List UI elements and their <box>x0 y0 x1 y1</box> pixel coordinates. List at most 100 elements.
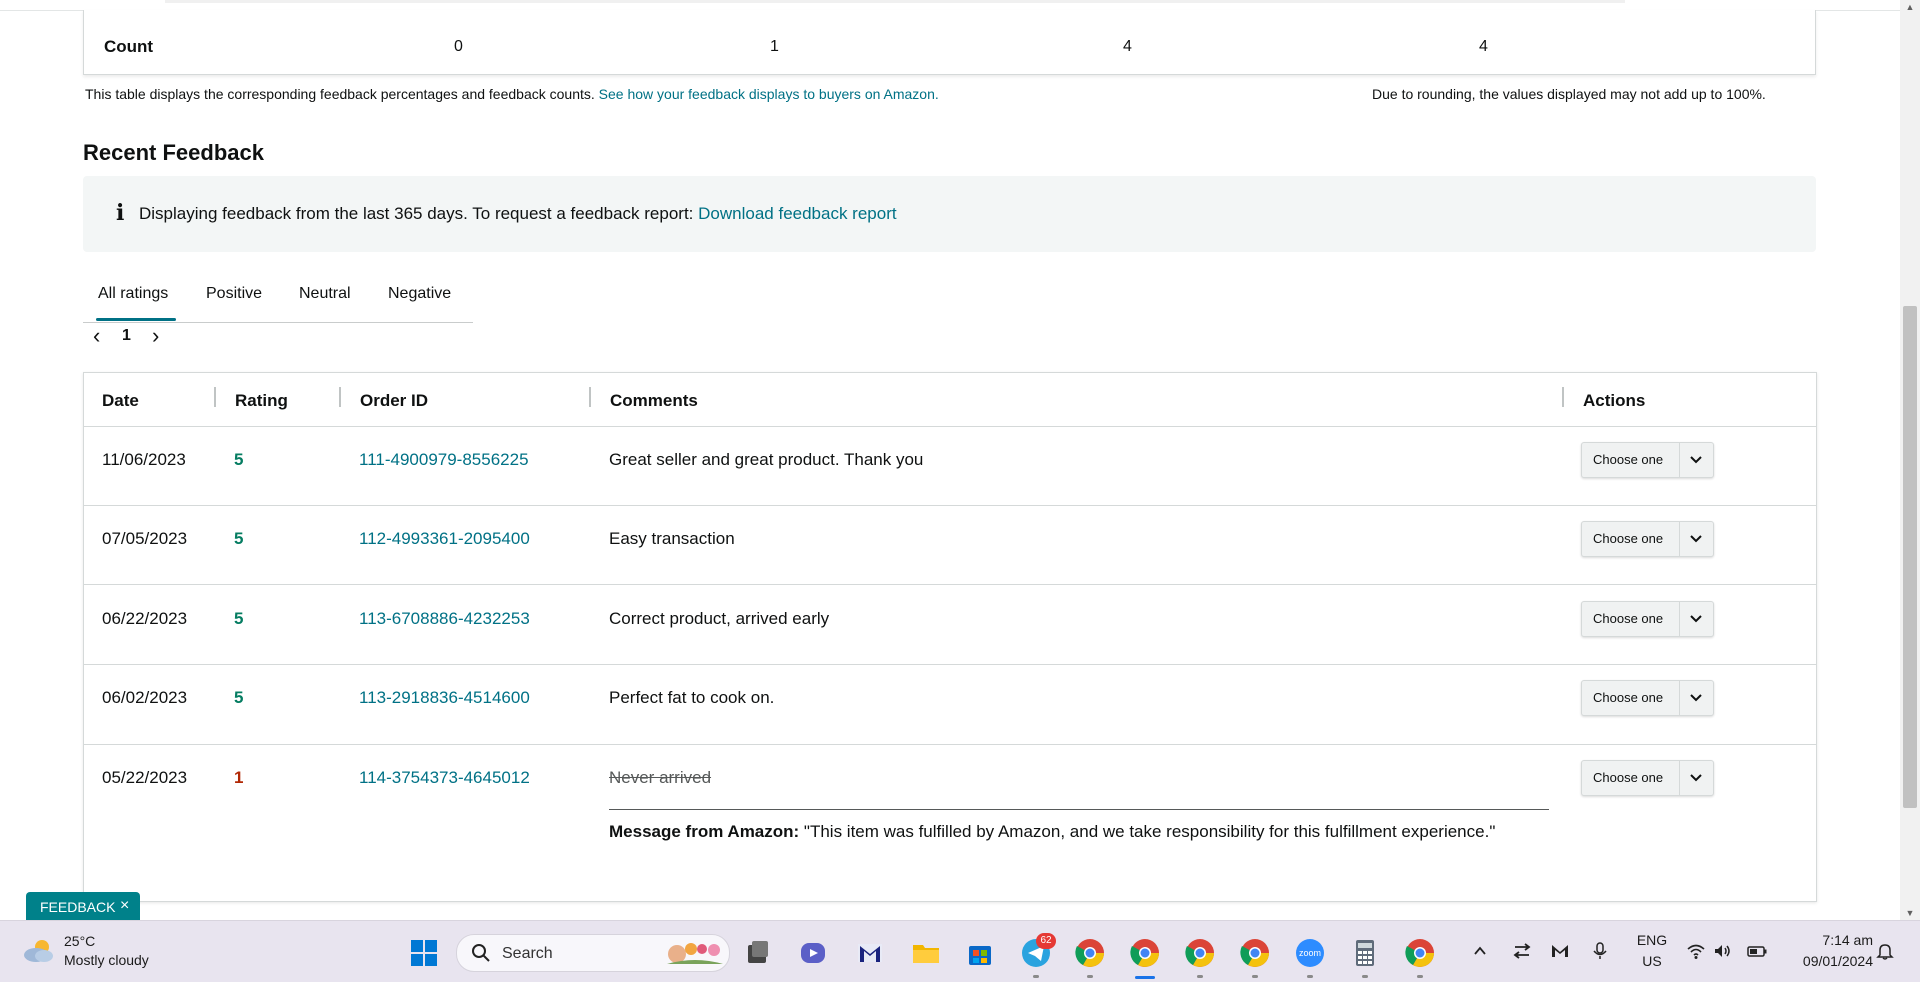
gmail-tray-icon[interactable] <box>1550 941 1570 961</box>
clock-date[interactable]: 09/01/2024 <box>1783 953 1873 969</box>
running-indicator <box>1417 975 1423 978</box>
weather-condition[interactable]: Mostly cloudy <box>64 952 149 968</box>
row-date: 06/02/2023 <box>102 688 188 707</box>
download-feedback-report-link[interactable]: Download feedback report <box>698 204 896 223</box>
chrome-icon[interactable] <box>1074 937 1106 969</box>
row-rating: 5 <box>234 609 244 628</box>
language-bottom[interactable]: US <box>1634 953 1670 969</box>
chrome-icon[interactable] <box>1404 937 1436 969</box>
action-dropdown-label: Choose one <box>1593 452 1664 467</box>
running-indicator <box>1197 975 1203 978</box>
chevron-up-icon[interactable] <box>1472 943 1488 959</box>
weather-temperature[interactable]: 25°C <box>64 933 95 949</box>
row-comment: Easy transaction <box>609 529 735 548</box>
running-indicator <box>1087 975 1093 978</box>
info-banner-text: Displaying feedback from the last 365 da… <box>139 204 897 224</box>
row-rating: 5 <box>234 688 244 707</box>
amazon-message-text: "This item was fulfilled by Amazon, and … <box>803 822 1496 841</box>
gmail-icon[interactable] <box>854 937 886 969</box>
row-order-id-link[interactable]: 111-4900979-8556225 <box>359 450 529 470</box>
feedback-count-table: Count 0 1 4 4 <box>83 10 1816 75</box>
chrome-icon[interactable] <box>1184 937 1216 969</box>
chrome-icon[interactable] <box>1239 937 1271 969</box>
row-separator <box>84 584 1816 585</box>
tab-positive[interactable]: Positive <box>206 285 262 303</box>
tab-all-ratings[interactable]: All ratings <box>98 285 168 303</box>
taskbar-search[interactable]: Search <box>456 934 730 972</box>
action-dropdown[interactable]: Choose one <box>1581 442 1714 478</box>
scroll-down-arrow[interactable]: ▼ <box>1900 906 1920 920</box>
tab-negative[interactable]: Negative <box>388 285 451 303</box>
rounding-note: Due to rounding, the values displayed ma… <box>1372 86 1766 102</box>
header-date[interactable]: Date <box>102 391 139 411</box>
header-order-id[interactable]: Order ID <box>360 391 428 411</box>
teams-icon[interactable] <box>798 937 830 969</box>
column-divider <box>214 387 216 407</box>
language-top[interactable]: ENG <box>1634 932 1670 948</box>
row-comment: Correct product, arrived early <box>609 609 830 628</box>
row-rating: 1 <box>234 768 244 787</box>
row-date: 06/22/2023 <box>102 609 188 628</box>
table-note-text: This table displays the corresponding fe… <box>85 86 595 102</box>
folder-icon[interactable] <box>910 937 942 969</box>
scrollbar-thumb[interactable] <box>1903 306 1917 808</box>
action-dropdown-label: Choose one <box>1593 770 1664 785</box>
transfer-icon[interactable] <box>1512 941 1532 961</box>
column-divider <box>339 387 341 407</box>
battery-icon[interactable] <box>1746 941 1768 961</box>
chevron-down-icon <box>1690 694 1702 702</box>
chevron-down-icon <box>1690 615 1702 623</box>
start-icon[interactable] <box>410 939 438 967</box>
action-dropdown-label: Choose one <box>1593 611 1664 626</box>
count-value-negative: 4 <box>1123 38 1132 55</box>
zoom-label: zoom <box>1299 948 1322 958</box>
action-dropdown[interactable]: Choose one <box>1581 601 1714 637</box>
feedback-display-link[interactable]: See how your feedback displays to buyers… <box>599 86 939 102</box>
rating-tabs: All ratings Positive Neutral Negative <box>83 268 473 323</box>
calculator-icon[interactable] <box>1349 937 1381 969</box>
row-comment-struck: Never arrived <box>609 768 712 787</box>
volume-icon[interactable] <box>1712 941 1732 961</box>
running-indicator <box>1362 975 1368 978</box>
scroll-up-arrow[interactable]: ▲ <box>1900 0 1920 14</box>
row-rating: 5 <box>234 450 244 469</box>
browser-viewport: Count 0 1 4 4 This table displays the co… <box>0 0 1900 920</box>
microphone-icon[interactable] <box>1590 941 1610 961</box>
next-page-button[interactable]: › <box>152 323 159 349</box>
action-dropdown[interactable]: Choose one <box>1581 760 1714 796</box>
partly-cloudy-icon[interactable] <box>22 937 56 965</box>
tab-neutral[interactable]: Neutral <box>299 285 351 303</box>
chevron-down-icon <box>1690 535 1702 543</box>
row-date: 07/05/2023 <box>102 529 188 548</box>
current-page[interactable]: 1 <box>122 327 131 345</box>
telegram-badge: 62 <box>1036 933 1056 949</box>
row-order-id-link[interactable]: 112-4993361-2095400 <box>359 529 530 549</box>
action-dropdown[interactable]: Choose one <box>1581 521 1714 557</box>
search-placeholder: Search <box>502 945 553 962</box>
column-divider <box>1562 387 1564 407</box>
prev-page-button[interactable]: ‹ <box>93 323 100 349</box>
windows-taskbar: 25°C Mostly cloudy Search 62 zoom ENG US <box>0 920 1920 982</box>
action-dropdown[interactable]: Choose one <box>1581 680 1714 716</box>
row-order-id-link[interactable]: 113-6708886-4232253 <box>359 609 530 629</box>
notification-bell-icon[interactable] <box>1875 941 1895 961</box>
row-order-id-link[interactable]: 114-3754373-4645012 <box>359 768 530 788</box>
active-tab-indicator <box>96 318 176 321</box>
header-rating[interactable]: Rating <box>235 391 288 411</box>
running-indicator <box>1033 975 1039 978</box>
amazon-message: Message from Amazon: "This item was fulf… <box>609 821 1529 843</box>
chrome-icon[interactable] <box>1129 937 1161 969</box>
store-icon[interactable] <box>964 937 996 969</box>
wifi-icon[interactable] <box>1686 941 1706 961</box>
task-view-icon[interactable] <box>742 937 774 969</box>
clock-time[interactable]: 7:14 am <box>1783 932 1873 948</box>
table-note: This table displays the corresponding fe… <box>85 86 939 102</box>
recent-feedback-title: Recent Feedback <box>83 140 264 165</box>
feedback-tab-label: FEEDBACK <box>40 899 116 915</box>
search-icon <box>472 944 490 962</box>
running-indicator <box>1307 975 1313 978</box>
row-order-id-link[interactable]: 113-2918836-4514600 <box>359 688 530 708</box>
row-date: 05/22/2023 <box>102 768 188 787</box>
close-icon[interactable]: × <box>120 897 129 915</box>
feedback-tab-button[interactable]: FEEDBACK × <box>26 892 140 920</box>
